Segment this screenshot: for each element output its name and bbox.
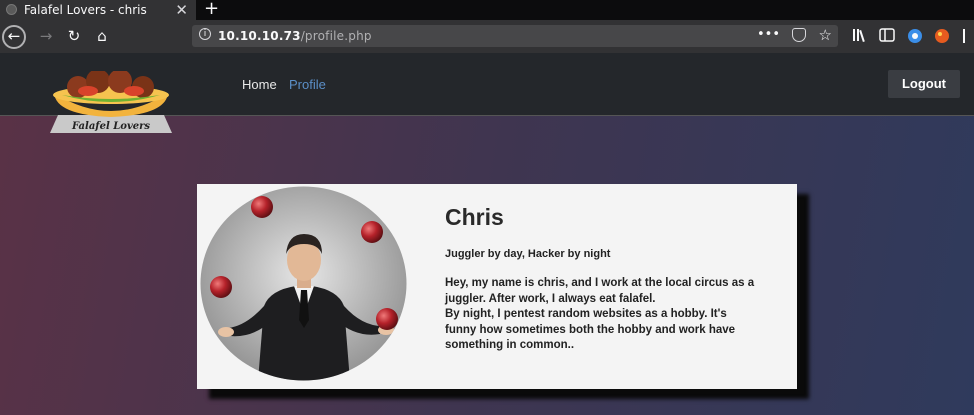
reload-button[interactable]: ↻ (62, 24, 86, 48)
home-button[interactable]: ⌂ (90, 24, 114, 48)
bio-line: something in common.. (445, 339, 575, 351)
extension-icon[interactable] (934, 28, 950, 44)
address-bar[interactable]: i 10.10.10.73/profile.php ••• ☆ (192, 25, 838, 47)
juggling-ball-icon (376, 308, 398, 330)
pocket-icon[interactable] (792, 28, 806, 42)
bio-line: Hey, my name is chris, and I work at the… (445, 277, 755, 289)
profile-bio: Hey, my name is chris, and I work at the… (445, 276, 793, 354)
close-tab-icon[interactable]: ✕ (175, 1, 188, 19)
browser-toolbar: ← → ↻ ⌂ i 10.10.10.73/profile.php ••• ☆ (0, 20, 974, 53)
site-favicon-icon (6, 4, 17, 15)
forward-button[interactable]: → (34, 24, 58, 48)
browser-tab[interactable]: Falafel Lovers - chris ✕ (0, 0, 196, 20)
falafel-lovers-logo[interactable]: Falafel Lovers (48, 71, 174, 135)
account-icon[interactable] (907, 28, 923, 44)
svg-text:Falafel Lovers: Falafel Lovers (71, 121, 150, 132)
juggling-ball-icon (210, 276, 232, 298)
bookmark-star-icon[interactable]: ☆ (819, 26, 832, 44)
bio-line: By night, I pentest random websites as a… (445, 308, 727, 320)
sidebar-icon[interactable] (879, 28, 895, 42)
site-info-icon[interactable]: i (199, 28, 211, 40)
browser-tab-strip: Falafel Lovers - chris ✕ + (0, 0, 974, 20)
profile-tagline: Juggler by day, Hacker by night (445, 248, 611, 260)
page-content: Falafel Lovers Home Profile Logout Chris… (0, 53, 974, 415)
nav-home-link[interactable]: Home (242, 77, 277, 92)
site-navbar: Falafel Lovers Home Profile Logout (0, 53, 974, 133)
url-text: 10.10.10.73/profile.php (218, 29, 372, 43)
profile-photo (200, 186, 407, 381)
bio-line: juggler. After work, I always eat falafe… (445, 292, 656, 305)
profile-card: Chris Juggler by day, Hacker by night He… (197, 184, 797, 389)
logout-button[interactable]: Logout (888, 70, 960, 98)
bio-line: funny how sometimes both the hobby and w… (445, 323, 736, 336)
page-actions-icon[interactable]: ••• (757, 27, 780, 42)
menu-icon[interactable] (962, 28, 972, 44)
profile-name: Chris (445, 204, 504, 230)
back-button[interactable]: ← (2, 25, 26, 49)
tab-title: Falafel Lovers - chris (24, 3, 147, 17)
juggling-ball-icon (251, 196, 273, 218)
new-tab-button[interactable]: + (204, 0, 219, 19)
juggling-ball-icon (361, 221, 383, 243)
nav-profile-link[interactable]: Profile (289, 77, 326, 92)
library-icon[interactable] (852, 28, 868, 42)
